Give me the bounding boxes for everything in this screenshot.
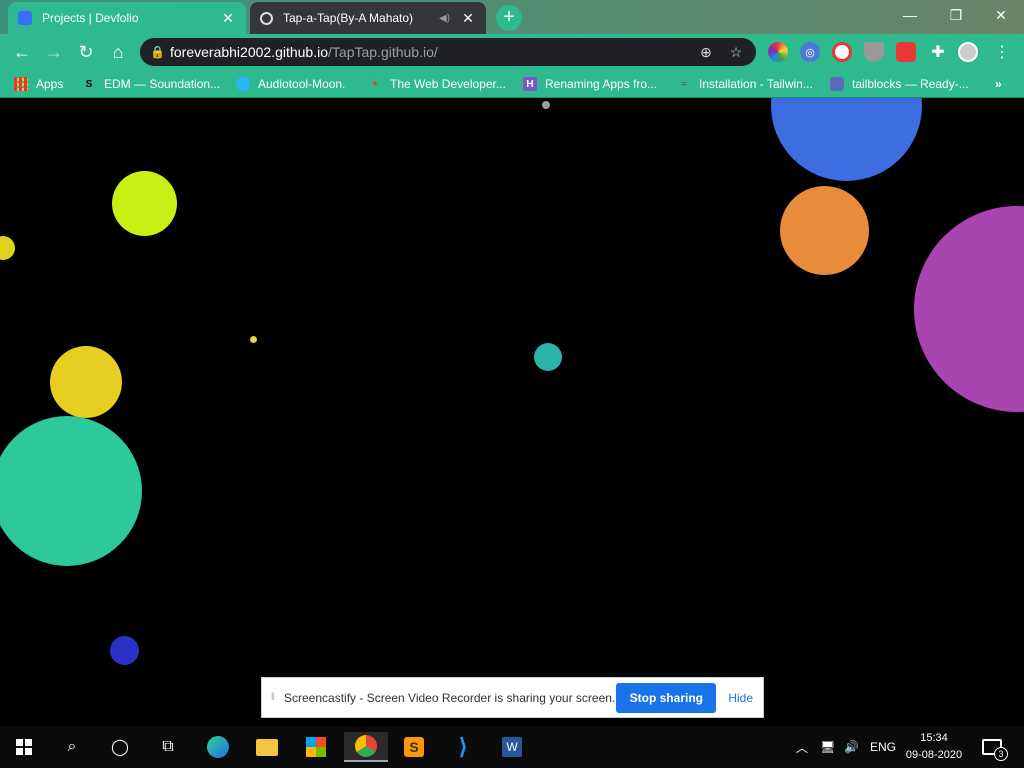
word-icon[interactable]: W: [497, 732, 527, 762]
lime-ball[interactable]: [112, 171, 177, 236]
url-path: /TapTap.github.io/: [328, 44, 438, 60]
bookmarks-bar: Apps S EDM — Soundation... Audiotool-Moo…: [0, 70, 1024, 98]
teal-ball[interactable]: [534, 343, 562, 371]
windows-start-icon[interactable]: [9, 732, 39, 762]
address-bar[interactable]: 🔒 foreverabhi2002.github.io/TapTap.githu…: [140, 38, 756, 66]
h-icon: H: [523, 77, 537, 91]
notification-count: 3: [994, 747, 1008, 761]
close-tab-icon[interactable]: ✕: [220, 10, 236, 26]
tap-a-tap-canvas[interactable]: [0, 98, 1024, 710]
file-explorer-icon[interactable]: [252, 732, 282, 762]
lock-icon[interactable]: 🔒: [150, 45, 170, 59]
sync-extension-icon[interactable]: ◎: [800, 42, 820, 62]
audiotool-icon: [236, 77, 250, 91]
url-host: foreverabhi2002.github.io: [170, 44, 329, 60]
tailblocks-icon: [830, 77, 844, 91]
back-icon[interactable]: ←: [10, 40, 34, 64]
tailwind-icon: ≈: [681, 78, 687, 90]
minimize-icon[interactable]: —: [887, 0, 933, 30]
close-tab-icon[interactable]: ✕: [460, 10, 476, 26]
sublime-text-icon[interactable]: S: [399, 732, 429, 762]
color-picker-extension-icon[interactable]: [768, 42, 788, 62]
bookmark-label: EDM — Soundation...: [104, 77, 221, 91]
store-icon[interactable]: [301, 732, 331, 762]
tab-tap-a-tap[interactable]: Tap-a-Tap(By-A Mahato) ◀) ✕: [250, 2, 486, 34]
apps-grid-icon: [14, 77, 28, 91]
bookmark-renaming-apps[interactable]: H Renaming Apps fro...: [523, 76, 657, 92]
extensions-puzzle-icon[interactable]: ✚: [928, 42, 948, 62]
audio-icon[interactable]: ◀): [439, 13, 450, 24]
screen-share-bar: ‖ Screencastify - Screen Video Recorder …: [261, 677, 764, 718]
bookmark-apps[interactable]: Apps: [14, 76, 63, 92]
zoom-icon[interactable]: ⊕: [696, 42, 716, 62]
reload-icon[interactable]: ↻: [74, 40, 98, 64]
tab-devfolio[interactable]: Projects | Devfolio ✕: [8, 2, 246, 34]
tab-title: Tap-a-Tap(By-A Mahato): [283, 11, 414, 25]
red-extension-icon[interactable]: [896, 42, 916, 62]
stop-sharing-button[interactable]: Stop sharing: [616, 682, 717, 713]
bookmark-star-icon[interactable]: ☆: [726, 42, 746, 62]
web-dev-icon: ✶: [370, 78, 380, 90]
forward-icon[interactable]: →: [42, 40, 66, 64]
bookmark-tailblocks[interactable]: tailblocks — Ready-...: [830, 76, 969, 92]
bookmark-label: Audiotool-Moon.: [258, 77, 346, 91]
language-indicator[interactable]: ENG: [870, 726, 896, 768]
hide-button[interactable]: Hide: [728, 691, 753, 705]
devfolio-favicon-icon: [18, 11, 32, 25]
task-view-icon[interactable]: ⧉: [153, 732, 183, 762]
browser-toolbar: ← → ↻ ⌂ 🔒 foreverabhi2002.github.io/TapT…: [0, 34, 1024, 70]
soundation-icon: S: [85, 78, 93, 90]
clock-date: 09-08-2020: [905, 749, 963, 761]
vscode-icon[interactable]: ⟩: [448, 732, 478, 762]
share-message: Screencastify - Screen Video Recorder is…: [284, 690, 616, 705]
bookmark-soundation[interactable]: S EDM — Soundation...: [82, 76, 220, 92]
clock-time: 15:34: [920, 732, 948, 744]
bookmark-label: The Web Developer...: [390, 77, 506, 91]
yellow-ball[interactable]: [50, 346, 122, 418]
edge-icon[interactable]: [203, 732, 233, 762]
bookmark-audiotool[interactable]: Audiotool-Moon.: [236, 76, 345, 92]
chrome-icon[interactable]: [344, 732, 388, 762]
tiny-yellow-dot[interactable]: [250, 336, 257, 343]
yellow-ball-small-left[interactable]: [0, 236, 15, 260]
network-icon[interactable]: 🖥: [820, 726, 835, 768]
tab-strip: Projects | Devfolio ✕ Tap-a-Tap(By-A Mah…: [0, 0, 1024, 34]
notification-center-icon[interactable]: 3: [982, 726, 1008, 768]
purple-ball[interactable]: [914, 206, 1024, 412]
globe-icon: [260, 11, 273, 25]
clock[interactable]: 15:34 09-08-2020: [896, 730, 972, 764]
close-window-icon[interactable]: ✕: [978, 0, 1024, 30]
windows-taskbar: ⌕ ◯ ⧉ S ⟩ W ︿ 🖥 🔊 ENG 15:34 09-08-2020 3: [0, 726, 1024, 768]
home-icon[interactable]: ⌂: [106, 40, 130, 64]
drag-handle-icon[interactable]: ‖: [262, 692, 284, 703]
navy-ball[interactable]: [110, 636, 139, 665]
show-hidden-icons-icon[interactable]: ︿: [796, 726, 808, 768]
volume-icon[interactable]: 🔊: [844, 726, 859, 768]
bookmark-label: Apps: [36, 77, 64, 91]
bookmark-web-developer[interactable]: ✶ The Web Developer...: [368, 76, 506, 92]
bookmark-tailwind[interactable]: ≈ Installation - Tailwin...: [677, 76, 813, 92]
bookmarks-overflow-icon[interactable]: »: [995, 76, 1002, 92]
tiny-gray-dot[interactable]: [542, 101, 550, 109]
shield-extension-icon[interactable]: [864, 42, 884, 62]
profile-avatar[interactable]: [958, 42, 978, 62]
new-tab-button[interactable]: +: [496, 5, 522, 31]
search-icon[interactable]: ⌕: [57, 732, 87, 762]
blue-ball[interactable]: [771, 98, 922, 181]
orange-ball[interactable]: [780, 186, 869, 275]
tab-title: Projects | Devfolio: [42, 11, 139, 25]
bookmark-label: tailblocks — Ready-...: [852, 77, 969, 91]
screencastify-extension-icon[interactable]: [832, 42, 852, 62]
menu-dots-icon[interactable]: ⋮: [992, 42, 1012, 62]
bookmark-label: Renaming Apps fro...: [545, 77, 658, 91]
restore-icon[interactable]: ❐: [933, 0, 979, 30]
bookmark-label: Installation - Tailwin...: [699, 77, 813, 91]
green-ball-large[interactable]: [0, 416, 142, 566]
cortana-icon[interactable]: ◯: [105, 732, 135, 762]
